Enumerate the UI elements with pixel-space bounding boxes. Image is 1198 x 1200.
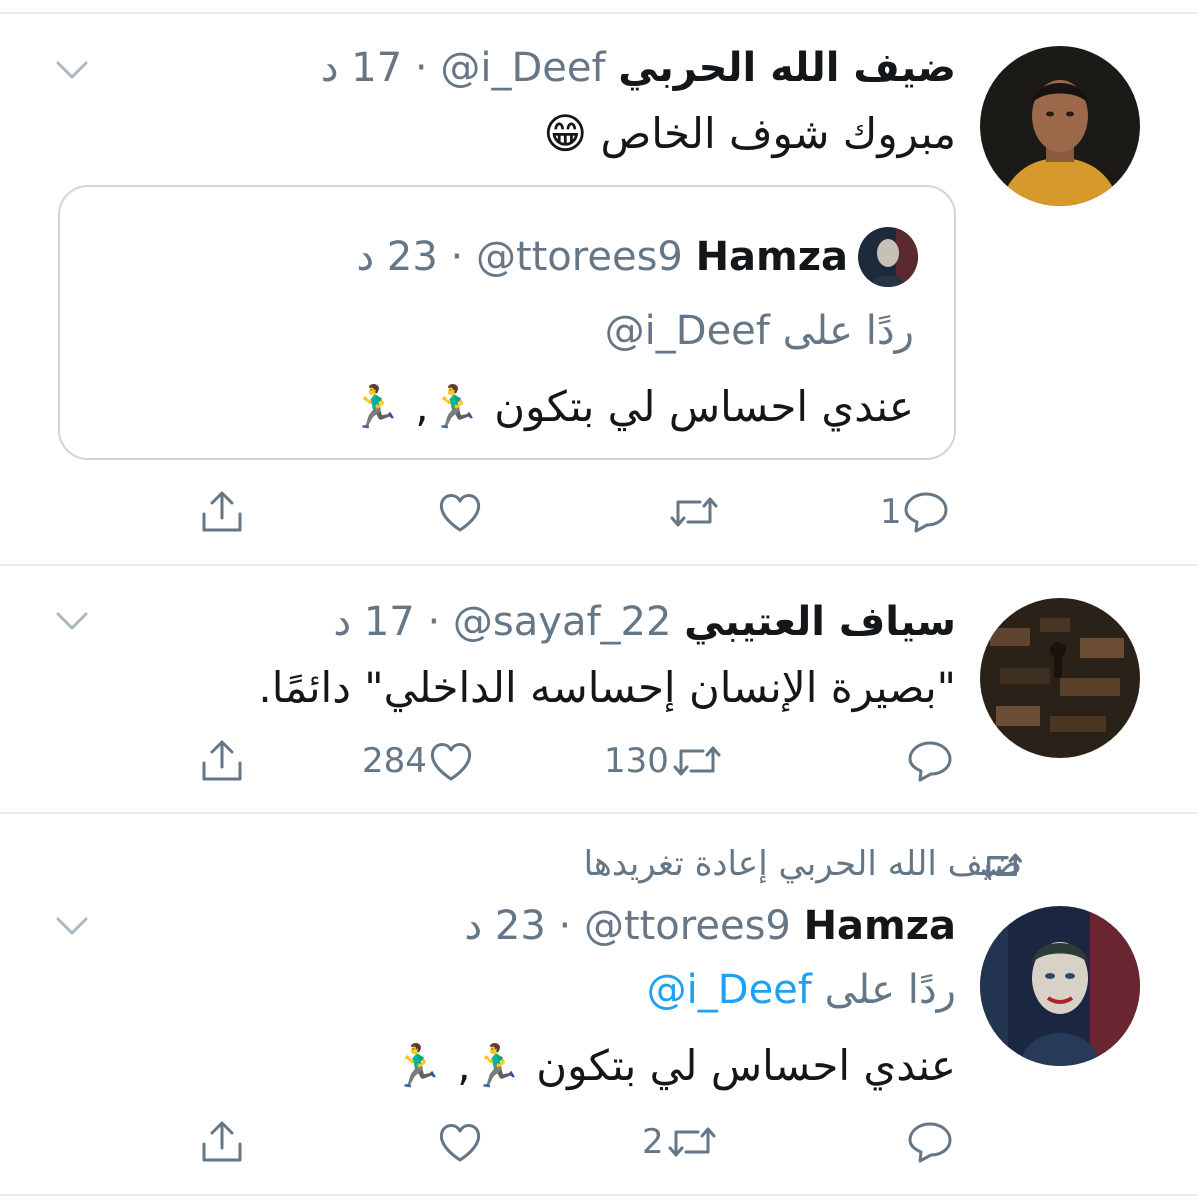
share-button[interactable] — [198, 731, 246, 791]
share-icon — [198, 1118, 246, 1166]
retweet-count: 130 — [604, 741, 669, 781]
retweet-icon — [978, 846, 1026, 890]
quoted-text: عندي احساس لي بتكون 🏃‍♂️, 🏃‍♂️ — [349, 382, 914, 431]
share-button[interactable] — [198, 482, 246, 542]
heart-icon — [436, 1118, 484, 1166]
tweet-text: "بصيرة الإنسان إحساسه الداخلي" دائمًا. — [258, 663, 956, 712]
reply-icon — [902, 488, 950, 536]
display-name[interactable]: ضيف الله الحربي — [618, 45, 956, 91]
tweet-header: 23 د · @ttorees9 Hamza — [464, 902, 956, 950]
like-button[interactable] — [436, 1112, 484, 1172]
tweet-text: مبروك شوف الخاص 😁 — [543, 109, 956, 158]
tweet-time[interactable]: 17 د — [321, 45, 402, 91]
avatar — [858, 227, 918, 287]
tweet-actions: 130 284 — [0, 731, 1198, 791]
tweet-actions: 1 — [0, 482, 1198, 542]
retweet-button[interactable]: 130 — [604, 731, 725, 791]
handle: @ttorees9 — [475, 234, 683, 280]
separator: · — [558, 903, 572, 949]
handle[interactable]: @sayaf_22 — [453, 599, 672, 645]
retweet-icon — [664, 1118, 720, 1166]
tweet-divider — [0, 564, 1198, 566]
retweeted-by-label[interactable]: ضيف الله الحربي إعادة تغريدها — [584, 844, 1022, 884]
share-button[interactable] — [198, 1112, 246, 1172]
tweet-actions: 2 — [0, 1112, 1198, 1172]
like-button[interactable] — [436, 482, 484, 542]
reply-button[interactable] — [906, 731, 954, 791]
display-name[interactable]: Hamza — [804, 903, 956, 949]
retweeted-by-row: ضيف الله الحربي إعادة تغريدها — [584, 842, 1022, 886]
reply-to-handle[interactable]: @i_Deef — [647, 967, 812, 1013]
display-name: Hamza — [695, 234, 848, 280]
tweet-header: 17 د · @i_Deef ضيف الله الحربي — [321, 44, 956, 92]
reply-prefix: ردًا على — [782, 308, 914, 354]
tweet-time[interactable]: 23 د — [464, 903, 545, 949]
heart-icon — [427, 737, 475, 785]
quoted-header: 23 د · @ttorees9 Hamza — [356, 233, 848, 281]
reply-count: 1 — [880, 492, 902, 532]
retweet-icon — [666, 488, 722, 536]
bottom-divider — [0, 1194, 1198, 1196]
reply-icon — [906, 1118, 954, 1166]
share-icon — [198, 488, 246, 536]
top-divider — [0, 12, 1198, 14]
reply-icon — [906, 737, 954, 785]
retweet-count: 2 — [642, 1122, 664, 1162]
tweet-text: عندي احساس لي بتكون 🏃‍♂️, 🏃‍♂️ — [391, 1041, 956, 1090]
separator: · — [414, 45, 428, 91]
quoted-tweet-card[interactable]: 23 د · @ttorees9 Hamza ردًا على @i_Deef … — [58, 185, 956, 460]
avatar[interactable] — [980, 46, 1140, 206]
retweet-button[interactable] — [666, 482, 722, 542]
reply-to-handle: @i_Deef — [604, 308, 770, 354]
heart-icon — [436, 488, 484, 536]
chevron-down-icon[interactable] — [52, 55, 92, 85]
tweet-time: 23 د — [356, 234, 438, 280]
chevron-down-icon[interactable] — [52, 606, 92, 636]
separator: · — [450, 234, 464, 280]
like-count: 284 — [362, 741, 427, 781]
tweet-header: 17 د · @sayaf_22 سياف العتيبي — [333, 598, 956, 646]
tweet-divider — [0, 812, 1198, 814]
like-button[interactable]: 284 — [362, 731, 475, 791]
reply-button[interactable]: 1 — [880, 482, 950, 542]
chevron-down-icon[interactable] — [52, 911, 92, 941]
handle[interactable]: @ttorees9 — [584, 903, 791, 949]
avatar[interactable] — [980, 906, 1140, 1066]
reply-context: ردًا على @i_Deef — [647, 966, 956, 1014]
reply-button[interactable] — [906, 1112, 954, 1172]
separator: · — [427, 599, 441, 645]
retweet-icon — [669, 737, 725, 785]
share-icon — [198, 737, 246, 785]
display-name[interactable]: سياف العتيبي — [684, 599, 956, 645]
tweet-time[interactable]: 17 د — [333, 599, 414, 645]
reply-prefix: ردًا على — [824, 967, 956, 1013]
reply-context: ردًا على @i_Deef — [605, 307, 914, 355]
handle[interactable]: @i_Deef — [440, 45, 605, 91]
retweet-button[interactable]: 2 — [642, 1112, 720, 1172]
